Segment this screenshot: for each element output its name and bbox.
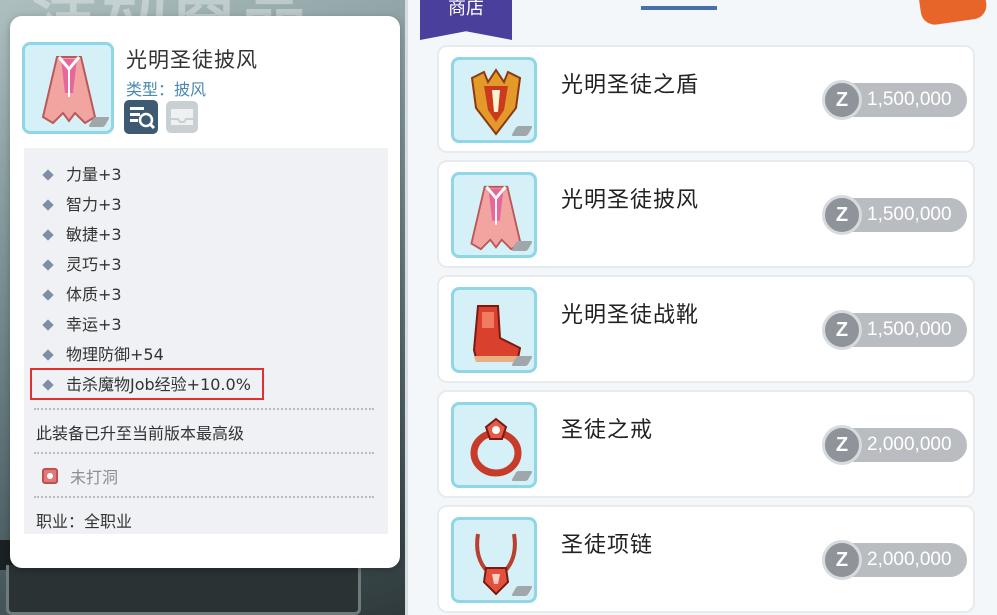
- zeny-coin-icon: Z: [822, 195, 862, 235]
- highlight-box: [30, 368, 264, 400]
- price-tag: Z 2,000,000: [822, 540, 967, 580]
- bullet-icon: [42, 319, 54, 331]
- stat-int: 智力+3: [42, 192, 122, 218]
- socket-icon: [42, 468, 58, 484]
- shop-item[interactable]: 光明圣徒之盾 Z 1,500,000: [437, 45, 975, 153]
- job-requirement: 职业：全职业: [36, 512, 133, 531]
- bullet-icon: [42, 169, 54, 181]
- shop-item-icon: [451, 402, 537, 488]
- close-corner-button[interactable]: [917, 0, 989, 27]
- tooltip-item-type: 类型：披风: [126, 80, 207, 99]
- tooltip-item-name: 光明圣徒披风: [126, 48, 258, 72]
- shop-item-name: 光明圣徒战靴: [561, 303, 700, 328]
- zeny-coin-icon: Z: [822, 310, 862, 350]
- shop-item-icon: [451, 57, 537, 143]
- price-tag: Z 1,500,000: [822, 195, 967, 235]
- stat-vit: 体质+3: [42, 282, 122, 308]
- bullet-icon: [42, 349, 54, 361]
- shop-item-icon: [451, 172, 537, 258]
- stat-str: 力量+3: [42, 162, 122, 188]
- price-tag: Z 1,500,000: [822, 80, 967, 120]
- shop-item[interactable]: 光明圣徒战靴 Z 1,500,000: [437, 275, 975, 383]
- shop-item-icon: [451, 517, 537, 603]
- divider: [34, 452, 374, 454]
- price-tag: Z 1,500,000: [822, 310, 967, 350]
- max-level-note: 此装备已升至当前版本最高级: [36, 424, 245, 443]
- price-value: 2,000,000: [867, 434, 952, 455]
- price-tag: Z 2,000,000: [822, 425, 967, 465]
- bullet-icon: [42, 199, 54, 211]
- divider: [34, 408, 374, 410]
- price-value: 1,500,000: [867, 319, 952, 340]
- stat-def: 物理防御+54: [42, 342, 164, 368]
- shop-tab[interactable]: 商店: [420, 0, 512, 40]
- stat-luk: 幸运+3: [42, 312, 122, 338]
- item-detail-button[interactable]: [124, 100, 158, 134]
- active-tab-indicator: [641, 6, 717, 10]
- shop-item-name: 圣徒项链: [561, 533, 654, 558]
- unslotted-row: 未打洞: [42, 464, 118, 488]
- shop-item[interactable]: 光明圣徒披风 Z 1,500,000: [437, 160, 975, 268]
- shop-item-icon: [451, 287, 537, 373]
- tray-icon: [171, 109, 193, 125]
- item-tooltip: 光明圣徒披风 类型：披风 力量+3 智力+3 敏捷+3 灵巧+3 体质+3 幸运…: [10, 16, 400, 568]
- magnify-list-icon: [130, 107, 156, 130]
- zeny-coin-icon: Z: [822, 540, 862, 580]
- background-frame: [6, 565, 361, 615]
- price-value: 1,500,000: [867, 204, 952, 225]
- shop-item-name: 光明圣徒披风: [561, 188, 700, 213]
- stats-panel: 力量+3 智力+3 敏捷+3 灵巧+3 体质+3 幸运+3 物理防御+54 击杀…: [24, 148, 388, 534]
- shop-item[interactable]: 圣徒项链 Z 2,000,000: [437, 505, 975, 613]
- cape-icon: [41, 56, 97, 125]
- shop-panel: 商店 光明圣徒之盾 Z 1,500,000 光明圣徒披风 Z 1,500,000…: [408, 0, 997, 615]
- stat-dex: 灵巧+3: [42, 252, 122, 278]
- card-slot-button[interactable]: [166, 101, 198, 133]
- price-value: 2,000,000: [867, 549, 952, 570]
- zeny-coin-icon: Z: [822, 425, 862, 465]
- bullet-icon: [42, 259, 54, 271]
- divider: [34, 496, 374, 498]
- bullet-icon: [42, 229, 54, 241]
- shop-item[interactable]: 圣徒之戒 Z 2,000,000: [437, 390, 975, 498]
- tooltip-item-icon: [22, 42, 114, 134]
- shop-item-name: 光明圣徒之盾: [561, 73, 700, 98]
- bullet-icon: [42, 289, 54, 301]
- stat-agi: 敏捷+3: [42, 222, 122, 248]
- price-value: 1,500,000: [867, 89, 952, 110]
- shop-item-name: 圣徒之戒: [561, 418, 654, 443]
- zeny-coin-icon: Z: [822, 80, 862, 120]
